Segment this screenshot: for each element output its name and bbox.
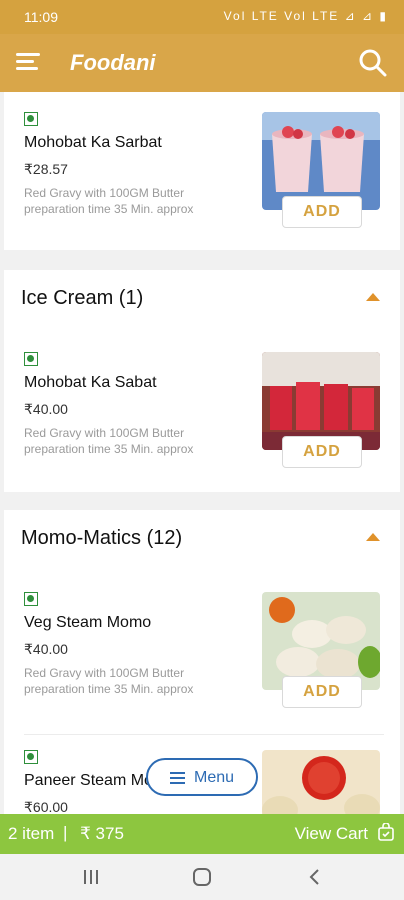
floating-menu-label: Menu (194, 769, 235, 786)
hamburger-icon (170, 772, 185, 787)
collapse-caret-icon[interactable] (366, 293, 380, 301)
veg-indicator-icon (24, 112, 38, 126)
cart-bar[interactable]: 2 item | ₹ 375 View Cart (0, 814, 404, 854)
menu-section-card: Mohobat Ka Sarbat ₹28.57 Red Gravy with … (4, 92, 400, 250)
add-button[interactable]: ADD (282, 676, 362, 708)
floating-menu-button[interactable]: Menu (146, 758, 258, 796)
veg-indicator-icon (24, 750, 38, 764)
shopping-bag-icon[interactable] (378, 823, 394, 841)
add-button[interactable]: ADD (282, 436, 362, 468)
item-price: ₹28.57 (24, 161, 68, 177)
menu-item[interactable]: Veg Steam Momo ₹40.00 Red Gravy with 100… (4, 592, 400, 726)
item-price: ₹40.00 (24, 401, 68, 417)
menu-item[interactable]: Mohobat Ka Sarbat ₹28.57 Red Gravy with … (4, 112, 400, 246)
veg-indicator-icon (24, 592, 38, 606)
item-divider (24, 734, 384, 735)
item-name: Mohobat Ka Sarbat (24, 134, 162, 151)
menu-list[interactable]: Mohobat Ka Sarbat ₹28.57 Red Gravy with … (0, 92, 404, 814)
collapse-caret-icon[interactable] (366, 533, 380, 541)
item-image (262, 750, 380, 814)
status-bar: 11:09 Vol LTE Vol LTE ⊿ ⊿ ▮ (0, 0, 404, 34)
item-description: Red Gravy with 100GM Butter preparation t… (24, 186, 194, 216)
status-time: 11:09 (24, 9, 58, 25)
recent-apps-icon[interactable] (80, 866, 102, 888)
hamburger-icon[interactable] (16, 53, 40, 73)
item-description: Red Gravy with 100GM Butter preparation t… (24, 666, 194, 696)
cart-item-count: 2 item (8, 824, 55, 843)
item-price: ₹40.00 (24, 641, 68, 657)
cart-separator: | (63, 823, 68, 842)
app-bar: Foodani (0, 34, 404, 92)
view-cart-button[interactable]: View Cart (295, 824, 368, 844)
app-title: Foodani (70, 50, 156, 75)
section-title[interactable]: Momo-Matics (12) (21, 527, 182, 550)
cart-total: ₹ 375 (80, 824, 124, 843)
item-name: Veg Steam Momo (24, 614, 152, 631)
item-name: Mohobat Ka Sabat (24, 374, 157, 391)
back-icon[interactable] (304, 866, 326, 888)
search-icon[interactable] (358, 48, 388, 78)
status-icons: Vol LTE Vol LTE ⊿ ⊿ ▮ (223, 9, 388, 23)
menu-section-card: Ice Cream (1) Mohobat Ka Sabat ₹40.00 Re… (4, 270, 400, 492)
section-title[interactable]: Ice Cream (1) (21, 287, 143, 310)
add-button[interactable]: ADD (282, 196, 362, 228)
veg-indicator-icon (24, 352, 38, 366)
item-description: Red Gravy with 100GM Butter preparation t… (24, 426, 194, 456)
home-icon[interactable] (191, 866, 213, 888)
system-nav-bar (0, 854, 404, 900)
menu-item[interactable]: Mohobat Ka Sabat ₹40.00 Red Gravy with 1… (4, 352, 400, 486)
item-price: ₹60.00 (24, 799, 68, 814)
